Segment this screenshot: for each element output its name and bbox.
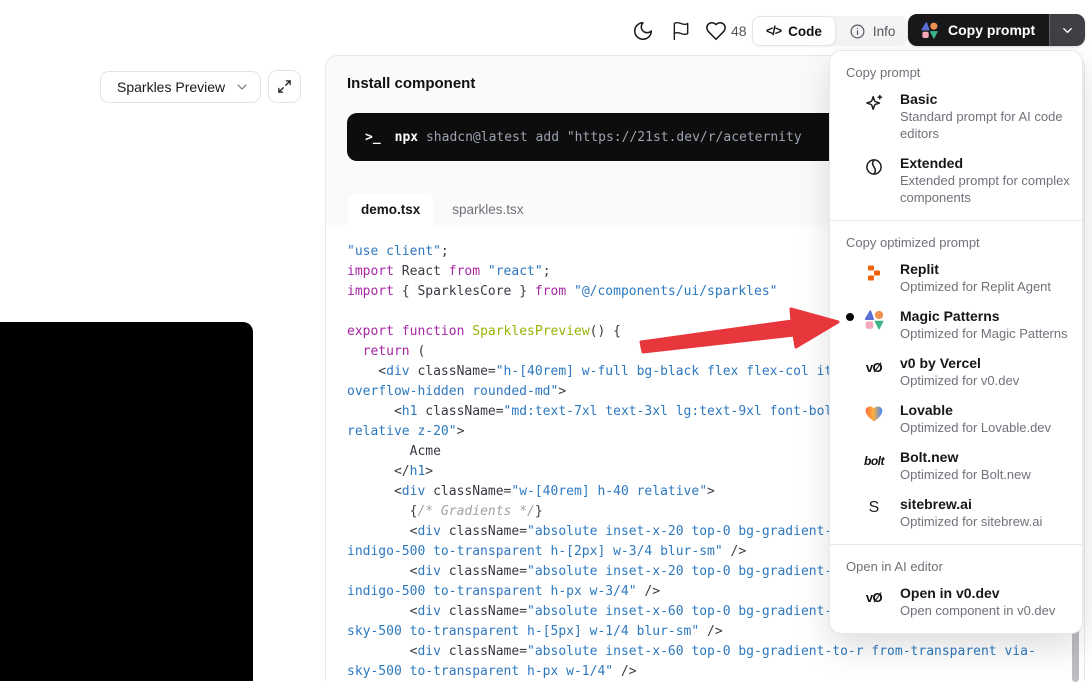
menu-item-sitebrew-ai[interactable]: Ssitebrew.aiOptimized for sitebrew.ai [830,489,1082,536]
component-variant-select[interactable]: Sparkles Preview [100,71,261,103]
install-panel-title: Install component [347,75,475,92]
menu-item-label: Bolt.new [900,448,1031,466]
tab-label: sparkles.tsx [452,202,523,217]
like-button[interactable] [704,19,728,43]
code-line: sky-500 to-transparent h-px w-1/4" /> [347,662,1084,681]
menu-item-basic[interactable]: BasicStandard prompt for AI code editors [830,84,1082,148]
menu-divider [830,544,1082,545]
menu-item-replit[interactable]: ReplitOptimized for Replit Agent [830,254,1082,301]
menu-item-magic-patterns[interactable]: Magic PatternsOptimized for Magic Patter… [830,301,1082,348]
menu-section-label: Open in AI editor [830,553,1082,578]
sparkles-icon [862,91,886,115]
tab-code[interactable]: </> Code [752,16,836,46]
component-preview-black-box [0,322,253,681]
tab-info[interactable]: Info [836,16,909,46]
info-button-label: Info [873,24,896,39]
code-line: <div className="absolute inset-x-60 top-… [347,642,1084,662]
fullscreen-button[interactable] [268,70,301,103]
menu-item-v0-by-vercel[interactable]: vØ v0 by VercelOptimized for v0.dev [830,348,1082,395]
dark-mode-toggle-button[interactable] [631,19,655,43]
chevron-down-icon [1060,23,1075,38]
bolt-icon: bolt [862,449,886,473]
tab-sparkles-tsx[interactable]: sparkles.tsx [439,194,536,225]
menu-item-description: Optimized for Magic Patterns [900,325,1068,342]
tab-label: demo.tsx [361,202,420,217]
menu-item-bolt-new[interactable]: bolt Bolt.newOptimized for Bolt.new [830,442,1082,489]
menu-item-label: Replit [900,260,1051,278]
menu-item-label: Basic [900,90,1074,108]
sitebrew-icon: S [862,496,886,520]
copy-prompt-label: Copy prompt [948,22,1035,38]
terminal-prompt-icon: >_ [365,130,381,145]
view-toggle-group: </> Code Info [752,16,908,46]
menu-item-description: Extended prompt for complex components [900,172,1074,206]
menu-item-label: sitebrew.ai [900,495,1042,513]
menu-item-description: Optimized for v0.dev [900,372,1019,389]
menu-item-description: Optimized for Lovable.dev [900,419,1051,436]
menu-item-label: Magic Patterns [900,307,1068,325]
terminal-command-prefix: npx [395,130,418,145]
copy-prompt-menu: Copy promptBasicStandard prompt for AI c… [829,50,1083,634]
menu-item-description: Open component in v0.dev [900,602,1055,619]
replit-icon [862,261,886,285]
menu-item-lovable[interactable]: LovableOptimized for Lovable.dev [830,395,1082,442]
heart-icon [705,20,727,42]
flag-icon [671,21,691,41]
code-brackets-icon: </> [766,24,781,38]
menu-divider [830,220,1082,221]
chevron-down-icon [234,79,250,95]
v0-icon: vØ [862,355,886,379]
menu-item-label: Open in v0.dev [900,584,1055,602]
menu-item-label: v0 by Vercel [900,354,1019,372]
menu-section-label: Copy prompt [830,59,1082,84]
magic-patterns-logo [920,21,939,40]
magic-patterns-icon [862,308,886,332]
brain-icon [862,155,886,179]
selected-indicator-dot [846,313,854,321]
copy-prompt-dropdown-toggle[interactable] [1049,14,1085,46]
tab-demo-tsx[interactable]: demo.tsx [348,194,433,225]
terminal-command: shadcn@latest add "https://21st.dev/r/ac… [418,130,802,145]
menu-item-description: Optimized for Bolt.new [900,466,1031,483]
lovable-icon [862,402,886,426]
menu-item-description: Standard prompt for AI code editors [900,108,1074,142]
menu-item-description: Optimized for sitebrew.ai [900,513,1042,530]
info-icon [849,23,866,40]
menu-section-label: Copy optimized prompt [830,229,1082,254]
menu-item-label: Lovable [900,401,1051,419]
menu-item-open-in-v0-dev[interactable]: vØ Open in v0.devOpen component in v0.dev [830,578,1082,625]
likes-count: 48 [731,23,747,39]
copy-prompt-split-button: Copy prompt [908,14,1085,46]
code-file-tabs: demo.tsx sparkles.tsx [348,194,537,225]
v0-icon: vØ [862,585,886,609]
component-variant-label: Sparkles Preview [117,79,225,95]
code-button-label: Code [788,24,822,39]
copy-prompt-button[interactable]: Copy prompt [908,14,1049,46]
moon-icon [632,20,654,42]
menu-item-extended[interactable]: ExtendedExtended prompt for complex comp… [830,148,1082,212]
menu-item-label: Extended [900,154,1074,172]
expand-icon [277,79,292,94]
report-flag-button[interactable] [670,20,692,42]
menu-item-description: Optimized for Replit Agent [900,278,1051,295]
